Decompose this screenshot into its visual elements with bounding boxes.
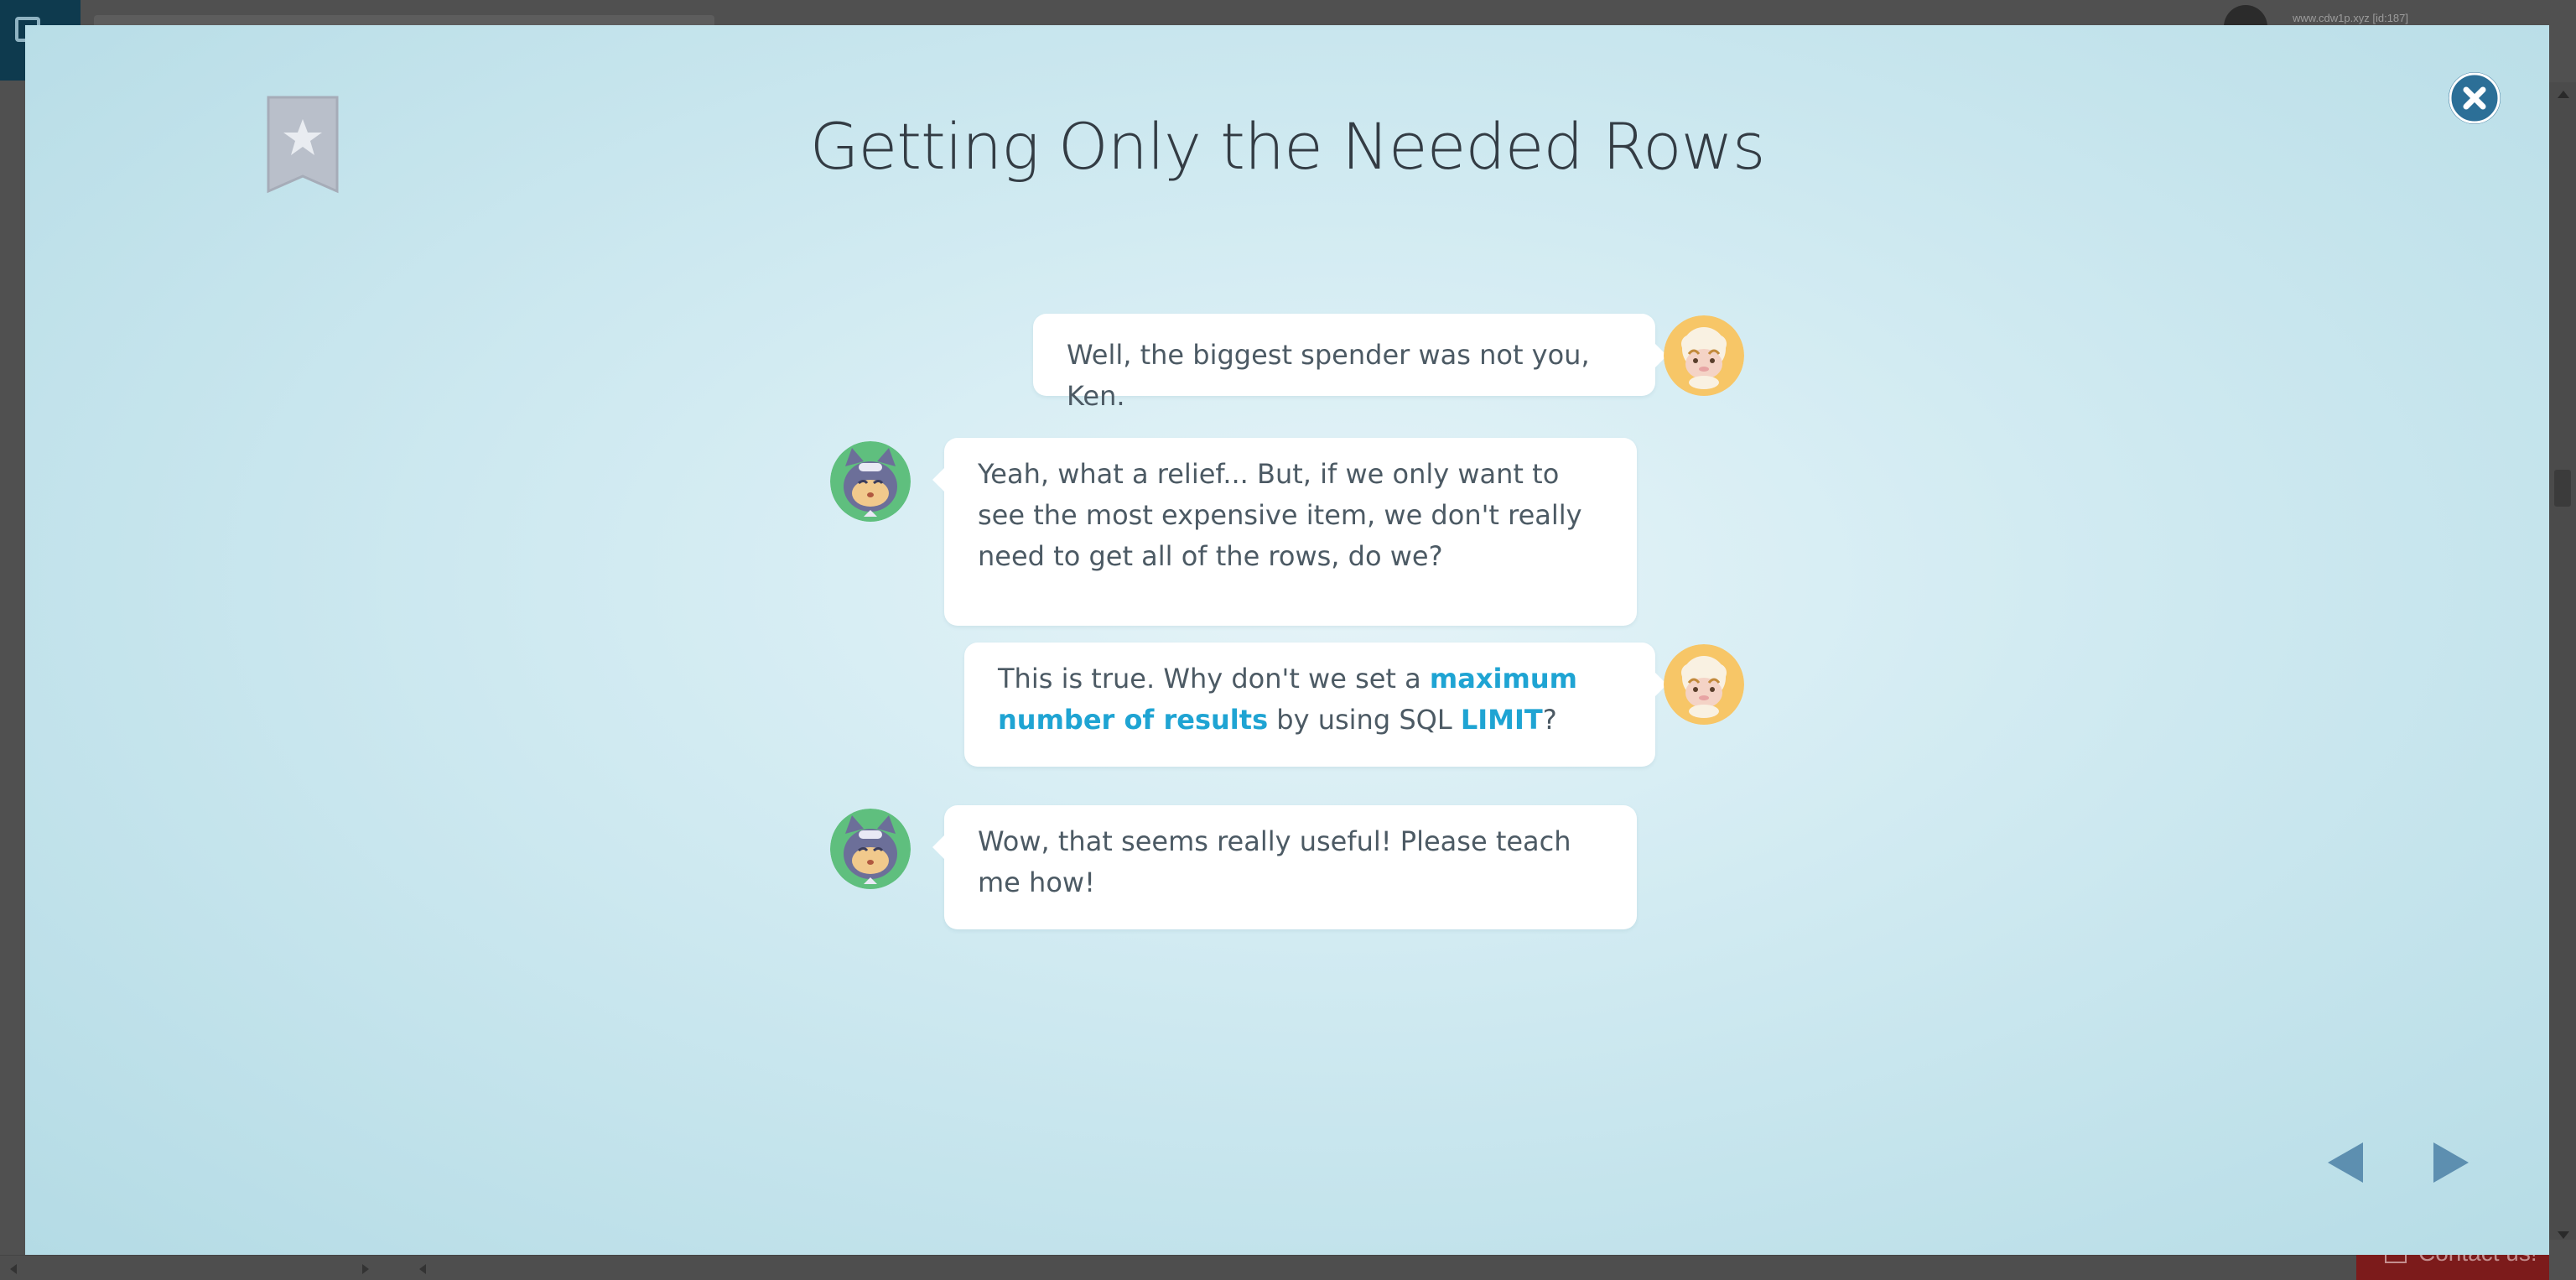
scroll-right-icon[interactable] bbox=[362, 1264, 369, 1274]
sheep-avatar bbox=[1664, 315, 1744, 396]
scrollbar-thumb[interactable] bbox=[2554, 470, 2571, 507]
horizontal-scrollbar[interactable] bbox=[0, 1255, 2356, 1280]
message-text: Well, the biggest spender was not you, K… bbox=[1067, 339, 1590, 412]
message-text: ? bbox=[1542, 704, 1557, 736]
chat-message-sheep: This is true. Why don't we set a maximum… bbox=[964, 643, 1667, 767]
cat-avatar bbox=[830, 809, 911, 889]
cat-avatar bbox=[830, 441, 911, 522]
sheep-icon bbox=[1664, 315, 1744, 396]
scroll-left-icon[interactable] bbox=[10, 1264, 17, 1274]
chat-message-cat: Wow, that seems really useful! Please te… bbox=[932, 805, 1637, 929]
vertical-scrollbar[interactable] bbox=[2549, 82, 2576, 1240]
user-info: www.cdw1p.xyz [id:187] bbox=[2293, 12, 2409, 24]
scroll-down-icon[interactable] bbox=[2558, 1231, 2569, 1239]
message-text: Yeah, what a relief... But, if we only w… bbox=[978, 458, 1582, 572]
message-text: This is true. Why don't we set a bbox=[998, 663, 1430, 695]
highlight-keyword: LIMIT bbox=[1460, 704, 1543, 736]
cat-icon bbox=[830, 809, 911, 889]
sheep-icon bbox=[1664, 644, 1744, 725]
message-text: Wow, that seems really useful! Please te… bbox=[978, 825, 1571, 898]
lesson-title: Getting Only the Needed Rows bbox=[809, 109, 1766, 184]
scroll-left-icon[interactable] bbox=[419, 1264, 426, 1274]
previous-button[interactable] bbox=[2326, 1141, 2366, 1184]
chat-message-cat: Yeah, what a relief... But, if we only w… bbox=[932, 438, 1637, 626]
cat-icon bbox=[830, 441, 911, 522]
chat-message-sheep: Well, the biggest spender was not you, K… bbox=[1033, 314, 1667, 412]
scroll-up-icon[interactable] bbox=[2558, 91, 2569, 98]
arrow-right-icon bbox=[2433, 1142, 2469, 1183]
sheep-avatar bbox=[1664, 644, 1744, 725]
lesson-modal: Getting Only the Needed Rows Well, the b… bbox=[25, 25, 2549, 1255]
arrow-left-icon bbox=[2328, 1142, 2363, 1183]
message-text: by using SQL bbox=[1268, 704, 1461, 736]
next-button[interactable] bbox=[2430, 1141, 2470, 1184]
